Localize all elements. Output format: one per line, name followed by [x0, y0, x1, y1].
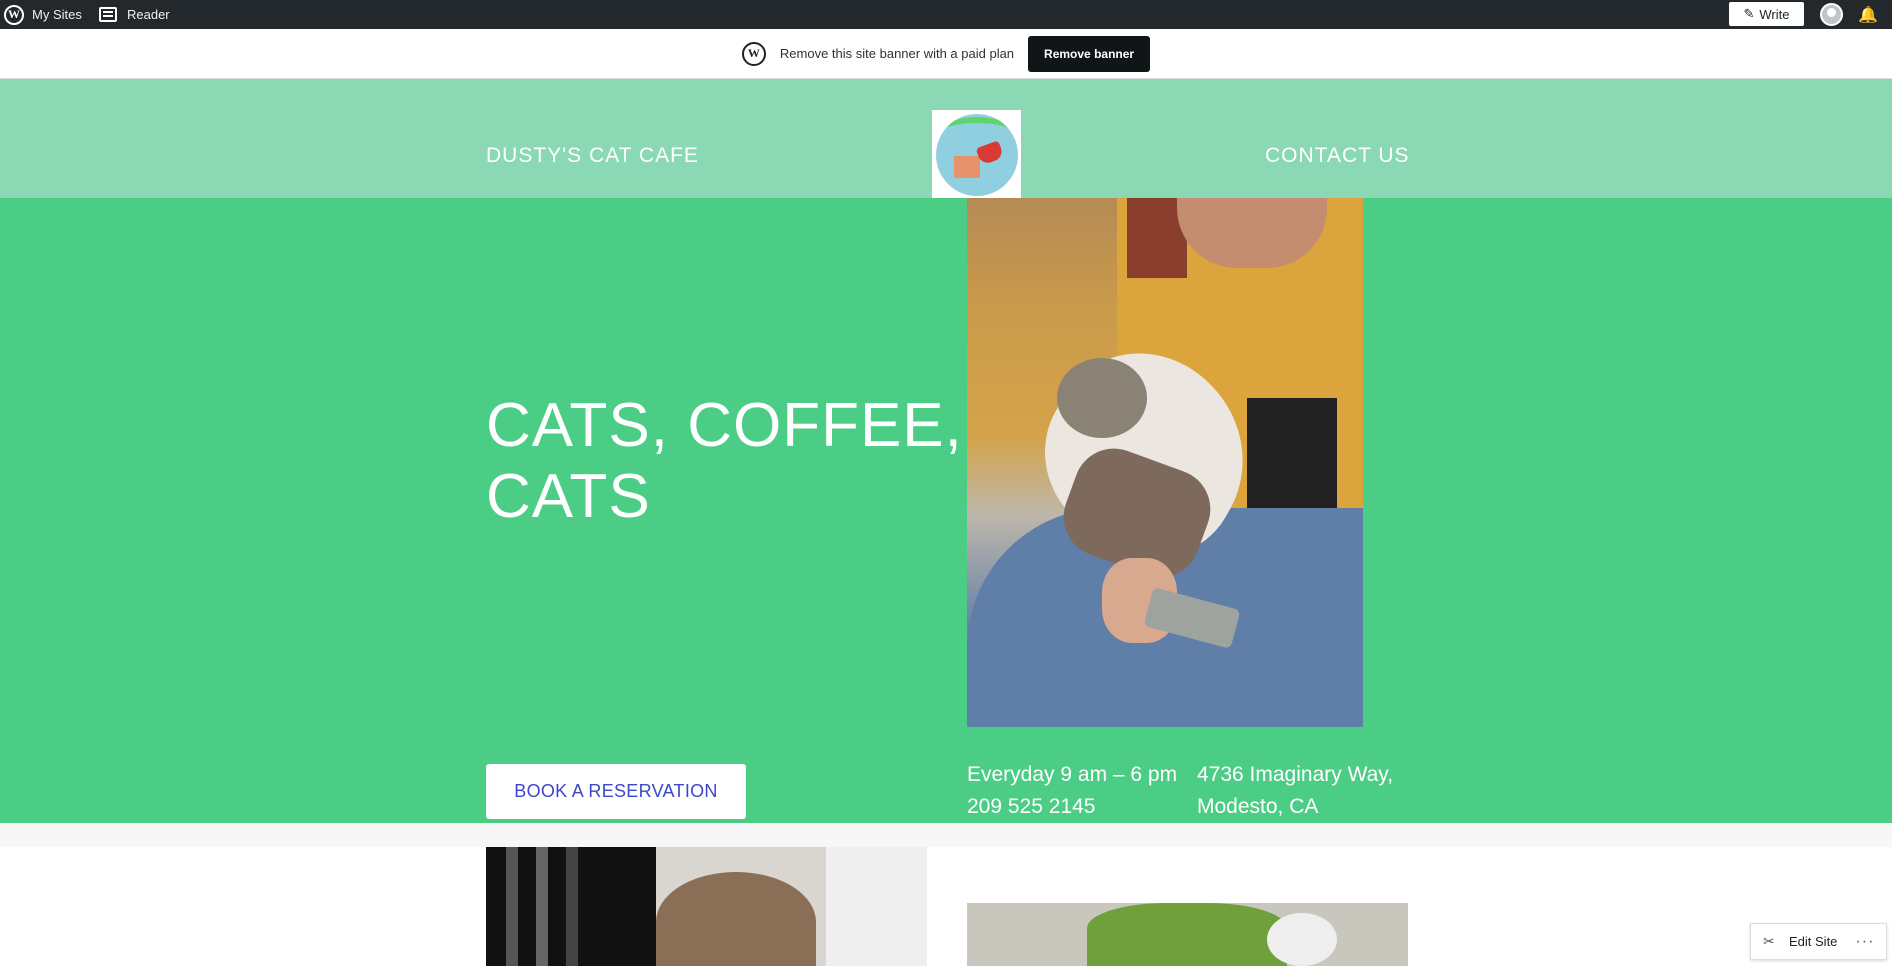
banner-text: Remove this site banner with a paid plan [779, 46, 1015, 61]
ellipsis-icon[interactable]: ··· [1855, 933, 1874, 951]
hours-phone-block: Everyday 9 am – 6 pm 209 525 2145 [967, 759, 1177, 823]
hero-photo-woman-with-cat [967, 198, 1363, 727]
hero-title-line1: CATS, COFFEE, [486, 391, 963, 460]
hero-title-line2: CATS [486, 462, 651, 531]
wordpress-logo-icon: W [4, 4, 24, 25]
bell-icon[interactable]: 🔔 [1857, 4, 1879, 26]
my-sites-menu[interactable]: W My Sites [4, 0, 82, 29]
pen-icon: ✎ [1743, 6, 1755, 21]
edit-site-button[interactable]: ✂ Edit Site ··· [1750, 923, 1887, 960]
address-line1: 4736 Imaginary Way, [1197, 763, 1394, 786]
nav-contact-us[interactable]: CONTACT US [1265, 144, 1410, 168]
hours-text: Everyday 9 am – 6 pm [967, 763, 1178, 786]
gallery-photo-cat-window [486, 847, 927, 966]
write-button[interactable]: ✎ Write [1729, 2, 1804, 26]
write-label: Write [1759, 6, 1790, 22]
edit-site-label: Edit Site [1789, 934, 1838, 949]
wordpress-logo-icon: W [741, 41, 766, 66]
address-block: 4736 Imaginary Way, Modesto, CA [1197, 759, 1393, 823]
tools-icon: ✂ [1763, 933, 1775, 949]
site-logo[interactable] [932, 110, 1021, 199]
site-header: DUSTY'S CAT CAFE CONTACT US [0, 79, 1892, 199]
admin-bar: W My Sites Reader ✎ Write 🔔 [0, 0, 1892, 29]
remove-banner-button[interactable]: Remove banner [1028, 35, 1151, 72]
book-reservation-button[interactable]: BOOK A RESERVATION [486, 764, 746, 819]
gallery-photo-cat-plants [967, 903, 1408, 966]
upgrade-banner: W Remove this site banner with a paid pl… [0, 29, 1892, 79]
user-avatar-icon[interactable] [1820, 3, 1843, 26]
phone-text: 209 525 2145 [967, 795, 1096, 818]
address-line2: Modesto, CA [1197, 795, 1319, 818]
reader-label: Reader [127, 7, 170, 22]
hero-section: CATS, COFFEE, CATS BOOK A RESERVATION Ev… [0, 198, 1892, 823]
my-sites-label: My Sites [32, 7, 82, 22]
hero-title: CATS, COFFEE, CATS [486, 390, 963, 532]
site-title-link[interactable]: DUSTY'S CAT CAFE [486, 144, 699, 168]
reader-icon [99, 7, 117, 22]
reader-menu[interactable]: Reader [99, 0, 170, 29]
section-divider [0, 823, 1892, 847]
logo-image [935, 113, 1018, 196]
